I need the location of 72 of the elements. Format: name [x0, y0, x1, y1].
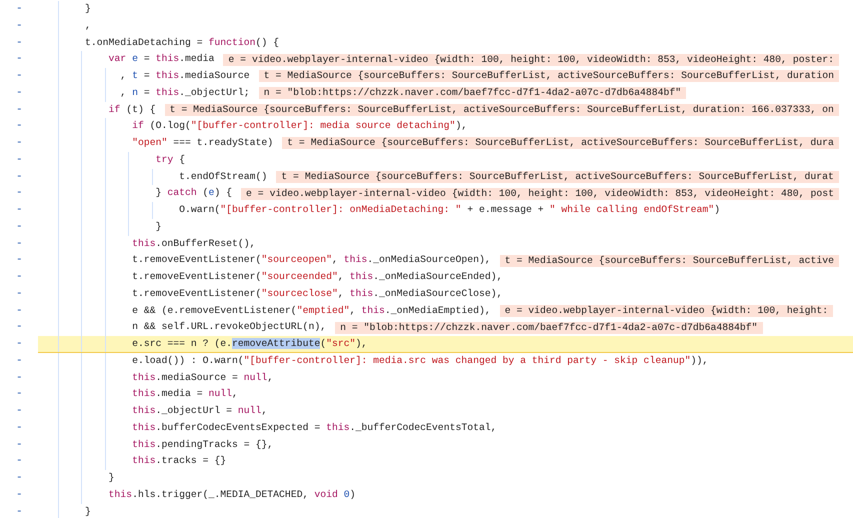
- code-line: if (t) {: [108, 102, 156, 116]
- gutter-marker: -: [16, 238, 23, 250]
- code-line: this.bufferCodecEventsExpected = this._bufferCodecEventsTotal,: [131, 420, 497, 435]
- inline-value: n = "blob:https://chzzk.naver.com/baef7fcc-d7f1-4da2-a07c-d7db6a4884bf": [335, 322, 762, 334]
- code-line: e.load()) : O.warn("[buffer-controller]: media.src was changed by a third party - skip cleanup")),: [131, 354, 708, 368]
- code-line: if (O.log("[buffer-controller]: media source detaching"),: [131, 119, 468, 134]
- gutter-marker: -: [16, 36, 23, 48]
- gutter-marker: -: [16, 187, 23, 200]
- code-line: t.onMediaDetaching = function() {: [84, 36, 280, 50]
- inline-value: e = video.webplayer-internal-video {width: 100, height:: [500, 304, 834, 317]
- gutter-marker: -: [16, 488, 23, 501]
- inline-value: e = video.webplayer-internal-video {width: 100, height: 100, videoWidth: 853, videoHeight: 480, post: [241, 188, 839, 200]
- gutter-marker: -: [16, 338, 23, 350]
- code-line: e.src === n ? (e.removeAttribute("src"),: [131, 336, 368, 350]
- gutter-marker: -: [16, 422, 23, 434]
- inline-value: t = MediaSource {sourceBuffers: SourceBufferList, activeSourceBuffers: SourceBufferList, duration: [258, 70, 839, 82]
- gutter-marker: -: [16, 455, 23, 468]
- gutter-marker: -: [16, 472, 23, 484]
- code-line: ,: [84, 18, 91, 33]
- code-line: t.removeEventListener("sourceclose", this._onMediaSourceClose),: [131, 286, 502, 301]
- gutter-marker: -: [16, 288, 23, 300]
- gutter-marker: -: [16, 271, 23, 283]
- code-line: this.tracks = {}: [131, 454, 226, 468]
- code-line: , t = this.mediaSource: [119, 69, 250, 83]
- code-line: this.mediaSource = null,: [131, 370, 274, 384]
- inline-value: e = video.webplayer-internal-video {width: 100, height: 100, videoWidth: 853, videoHeight: 480, poster:: [223, 54, 839, 66]
- code-line: , n = this._objectUrl;: [119, 86, 250, 100]
- code-line: "open" === t.readyState): [131, 136, 274, 150]
- gutter-marker: -: [16, 304, 23, 316]
- gutter-marker: -: [16, 438, 23, 450]
- code-line: var e = this.media: [108, 52, 214, 66]
- gutter-marker: -: [16, 388, 23, 400]
- code-line: this.hls.trigger(_.MEDIA_DETACHED, void 0): [108, 488, 356, 502]
- inline-value: t = MediaSource {sourceBuffers: SourceBufferList, active: [500, 254, 839, 267]
- code-line: }: [154, 220, 162, 234]
- code-line: t.removeEventListener("sourceended", this._onMediaSourceEnded),: [131, 270, 502, 284]
- inline-value: t = MediaSource {sourceBuffers: SourceBufferList, activeSourceBuffers: SourceBufferList, duration: 166.037333, on: [164, 104, 839, 116]
- gutter-marker: -: [16, 204, 23, 216]
- gutter-marker: -: [16, 506, 23, 518]
- gutter-marker: -: [16, 254, 23, 266]
- gutter-marker: -: [16, 104, 23, 116]
- gutter-marker: -: [16, 137, 23, 149]
- inline-value: t = MediaSource {sourceBuffers: SourceBufferList, activeSourceBuffers: SourceBufferList, dura: [282, 137, 839, 150]
- code-line: this.media = null,: [131, 387, 238, 402]
- gutter-marker: -: [16, 220, 23, 233]
- code-line: t.removeEventListener("sourceopen", this._onMediaSourceOpen),: [131, 253, 491, 268]
- gutter-marker: -: [16, 154, 23, 166]
- code-line: O.warn("[buffer-controller]: onMediaDetaching: " + e.message + " while calling endOfStream"): [178, 203, 720, 217]
- gutter-marker: -: [16, 354, 23, 367]
- inline-value: n = "blob:https://chzzk.naver.com/baef7fcc-d7f1-4da2-a07c-d7db6a4884bf": [258, 87, 686, 100]
- gutter-marker: -: [16, 170, 23, 182]
- code-line: }: [84, 504, 91, 518]
- gutter-marker: -: [16, 3, 23, 15]
- code-line: try {: [154, 152, 185, 167]
- gutter-marker: -: [16, 70, 23, 82]
- code-line: this.pendingTracks = {},: [131, 438, 274, 452]
- gutter-marker: -: [16, 321, 23, 334]
- gutter-marker: -: [16, 372, 23, 384]
- gutter-marker: -: [16, 405, 23, 417]
- gutter-marker: -: [16, 53, 23, 66]
- code-line: }: [84, 2, 91, 16]
- code-line: }: [108, 471, 114, 485]
- code-line: n && self.URL.revokeObjectURL(n),: [131, 320, 326, 334]
- gutter-marker: -: [16, 86, 23, 99]
- gutter-marker: -: [16, 120, 23, 132]
- code-line: this._objectUrl = null,: [131, 404, 268, 418]
- inline-value: t = MediaSource {sourceBuffers: SourceBufferList, activeSourceBuffers: SourceBufferList, durat: [276, 170, 839, 183]
- code-line: t.endOfStream(): [178, 170, 268, 184]
- code-line: this.onBufferReset(),: [131, 236, 256, 250]
- gutter-marker: -: [16, 20, 23, 32]
- code-line: e && (e.removeEventListener("emptied", this._onMediaEmptied),: [131, 304, 491, 318]
- code-line: } catch (e) {: [154, 186, 232, 200]
